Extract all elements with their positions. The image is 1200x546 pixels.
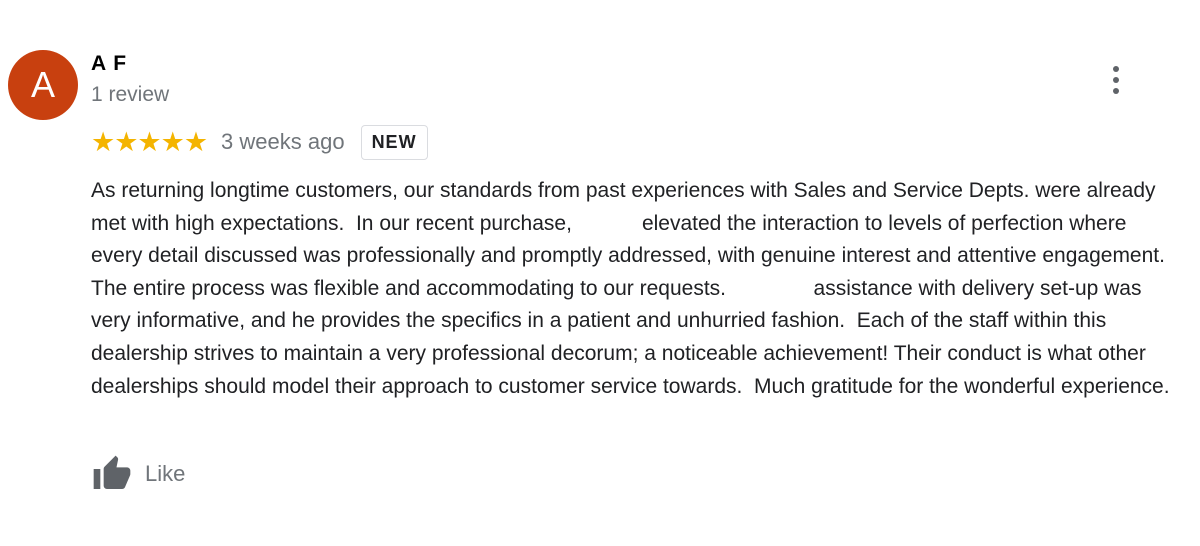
thumbs-up-icon: [93, 455, 131, 489]
star-rating: ★★★★★: [91, 126, 208, 157]
new-badge: NEW: [360, 124, 428, 160]
like-label: Like: [145, 461, 186, 486]
author-name[interactable]: A F: [91, 52, 127, 76]
review-time: 3 weeks ago: [221, 129, 345, 154]
review-count[interactable]: 1 review: [91, 83, 169, 107]
like-button[interactable]: Like: [91, 454, 185, 494]
author-avatar[interactable]: A: [8, 50, 78, 120]
avatar-letter: A: [30, 64, 55, 105]
more-vert-icon[interactable]: [1103, 64, 1129, 96]
rating-row: ★★★★★ 3 weeks ago NEW: [91, 123, 428, 161]
review-text: As returning longtime customers, our sta…: [91, 179, 1177, 398]
